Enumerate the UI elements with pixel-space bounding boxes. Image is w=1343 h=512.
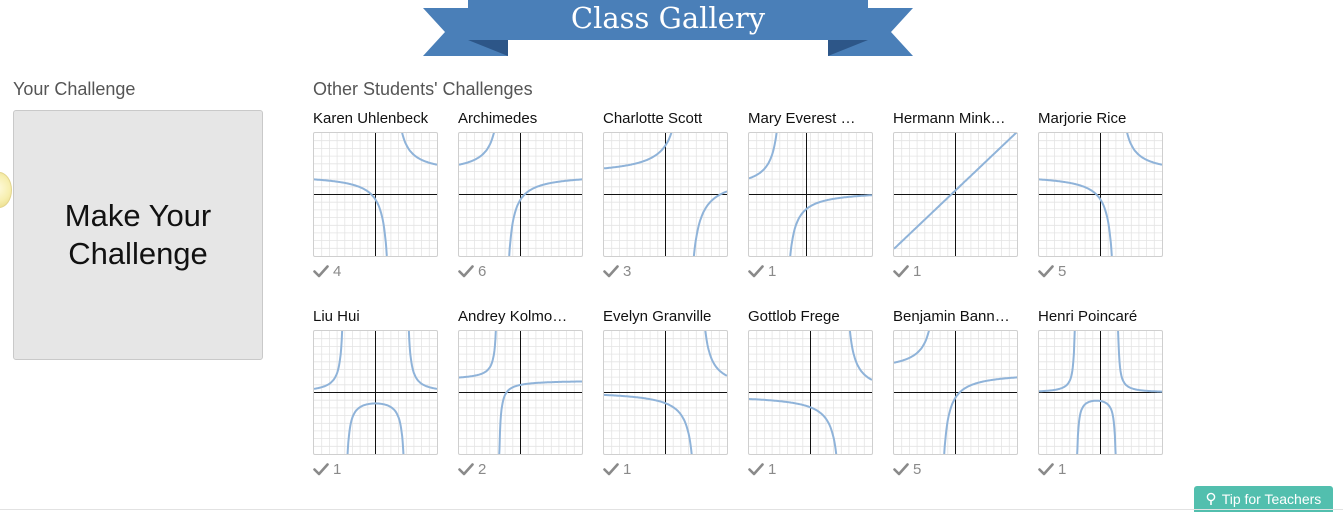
challenge-graph-thumbnail[interactable] [458, 132, 583, 257]
vote-count: 2 [458, 460, 584, 478]
student-name: Charlotte Scott [603, 110, 703, 127]
vote-number: 3 [623, 262, 632, 280]
lightbulb-icon [1206, 492, 1215, 505]
challenge-card: Andrey Kolmo… 2 [458, 307, 584, 478]
challenge-graph-thumbnail[interactable] [893, 330, 1018, 455]
challenge-graph-thumbnail[interactable] [458, 330, 583, 455]
student-name: Karen Uhlenbeck [313, 110, 429, 127]
challenge-graph-thumbnail[interactable] [893, 132, 1018, 257]
graph-thumbnail-plot [459, 133, 582, 256]
vote-count: 1 [748, 262, 874, 280]
vote-number: 1 [768, 460, 777, 478]
challenge-graph-thumbnail[interactable] [313, 330, 438, 455]
checkmark-icon [1038, 463, 1054, 476]
graph-thumbnail-plot [314, 133, 437, 256]
page-title: Class Gallery [570, 1, 766, 35]
checkmark-icon [313, 265, 329, 278]
checkmark-icon [603, 463, 619, 476]
challenge-graph-thumbnail[interactable] [313, 132, 438, 257]
vote-count: 3 [603, 262, 729, 280]
checkmark-icon [458, 463, 474, 476]
challenge-card: Charlotte Scott 3 [603, 109, 729, 280]
student-name: Liu Hui [313, 308, 360, 325]
vote-number: 1 [333, 460, 342, 478]
vote-number: 4 [333, 262, 342, 280]
student-name: Hermann Mink… [893, 110, 1006, 127]
student-name: Archimedes [458, 110, 538, 127]
challenge-card: Marjorie Rice 5 [1038, 109, 1164, 280]
student-name: Mary Everest … [748, 110, 856, 127]
vote-count: 5 [893, 460, 1019, 478]
vote-number: 2 [478, 460, 487, 478]
challenge-card: Liu Hui 1 [313, 307, 439, 478]
other-challenges-heading: Other Students' Challenges [313, 79, 533, 99]
vote-number: 6 [478, 262, 487, 280]
checkmark-icon [313, 463, 329, 476]
checkmark-icon [893, 265, 909, 278]
challenge-card: Gottlob Frege 1 [748, 307, 874, 478]
graph-thumbnail-plot [604, 133, 727, 256]
vote-count: 1 [1038, 460, 1164, 478]
challenge-graph-thumbnail[interactable] [603, 132, 728, 257]
vote-number: 1 [768, 262, 777, 280]
student-name: Henri Poincaré [1038, 308, 1138, 325]
challenge-card: Henri Poincaré 1 [1038, 307, 1164, 478]
graph-thumbnail-plot [459, 331, 582, 454]
make-challenge-label: Make Your Challenge [38, 197, 238, 273]
make-your-challenge-button[interactable]: Make Your Challenge [13, 110, 263, 360]
vote-number: 5 [1058, 262, 1067, 280]
checkmark-icon [748, 265, 764, 278]
challenge-graph-thumbnail[interactable] [1038, 132, 1163, 257]
challenge-card: Evelyn Granville 1 [603, 307, 729, 478]
class-gallery-banner: Class Gallery [423, 0, 913, 58]
vote-count: 1 [313, 460, 439, 478]
challenge-graph-thumbnail[interactable] [748, 132, 873, 257]
graph-thumbnail-plot [894, 331, 1017, 454]
checkmark-icon [458, 265, 474, 278]
checkmark-icon [893, 463, 909, 476]
student-name: Benjamin Bann… [893, 308, 1010, 325]
vote-number: 1 [1058, 460, 1067, 478]
graph-thumbnail-plot [604, 331, 727, 454]
challenge-card: Benjamin Bann… 5 [893, 307, 1019, 478]
highlight-marker [0, 172, 12, 208]
vote-number: 1 [623, 460, 632, 478]
challenge-card: Mary Everest … 1 [748, 109, 874, 280]
student-name: Andrey Kolmo… [458, 308, 568, 325]
student-name: Gottlob Frege [748, 308, 840, 325]
graph-thumbnail-plot [314, 331, 437, 454]
your-challenge-heading: Your Challenge [13, 79, 136, 99]
checkmark-icon [748, 463, 764, 476]
make-label-line2: Challenge [68, 236, 208, 271]
graph-thumbnail-plot [1039, 133, 1162, 256]
vote-count: 6 [458, 262, 584, 280]
make-label-line1: Make Your [64, 198, 212, 233]
vote-number: 5 [913, 460, 922, 478]
tip-label: Tip for Teachers [1221, 491, 1322, 507]
vote-count: 1 [748, 460, 874, 478]
footer-divider [0, 509, 1343, 510]
vote-count: 4 [313, 262, 439, 280]
challenge-graph-thumbnail[interactable] [1038, 330, 1163, 455]
challenge-card: Karen Uhlenbeck 4 [313, 109, 439, 280]
vote-count: 1 [893, 262, 1019, 280]
graph-thumbnail-plot [749, 331, 872, 454]
challenge-card: Archimedes 6 [458, 109, 584, 280]
student-name: Marjorie Rice [1038, 110, 1127, 127]
checkmark-icon [1038, 265, 1054, 278]
graph-thumbnail-plot [749, 133, 872, 256]
checkmark-icon [603, 265, 619, 278]
challenge-card: Hermann Mink… 1 [893, 109, 1019, 280]
vote-number: 1 [913, 262, 922, 280]
vote-count: 5 [1038, 262, 1164, 280]
challenge-graph-thumbnail[interactable] [748, 330, 873, 455]
graph-thumbnail-plot [894, 133, 1017, 256]
student-name: Evelyn Granville [603, 308, 712, 325]
graph-thumbnail-plot [1039, 331, 1162, 454]
challenge-graph-thumbnail[interactable] [603, 330, 728, 455]
vote-count: 1 [603, 460, 729, 478]
